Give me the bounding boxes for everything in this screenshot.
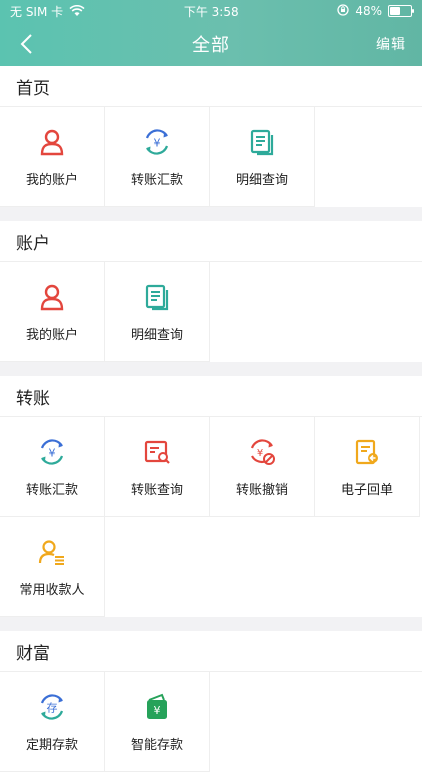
shortcut-tile[interactable]: ¥ 转账汇款: [105, 107, 210, 207]
shortcut-grid: 我的账户 ¥ 转账汇款 明细查询: [0, 106, 422, 207]
svg-text:¥: ¥: [154, 704, 161, 717]
chevron-left-icon: [20, 34, 32, 54]
shortcut-tile[interactable]: ¥ 转账撤销: [210, 417, 315, 517]
section-title: 财富: [16, 643, 50, 664]
shortcut-tile[interactable]: 存 定期存款: [0, 672, 105, 772]
document-icon: [245, 125, 279, 159]
nav-bar: 全部 编辑: [0, 22, 422, 66]
svg-text:¥: ¥: [257, 448, 263, 459]
app-header: 无 SIM 卡 下午 3:58 48% 全部 编辑: [0, 0, 422, 66]
battery-percent: 48%: [355, 4, 382, 18]
shortcut-tile[interactable]: 转账查询: [105, 417, 210, 517]
section-title: 转账: [16, 388, 50, 409]
shortcut-grid: 存 定期存款 ¥ 智能存款: [0, 671, 422, 772]
shortcut-grid: ¥ 转账汇款 转账查询 ¥ 转账撤销 电子回单 常用收款人: [0, 416, 422, 617]
wallet-icon: ¥: [140, 690, 174, 724]
shortcut-tile[interactable]: 电子回单: [315, 417, 420, 517]
transfer-yuan-icon: ¥: [140, 125, 174, 159]
page-title: 全部: [192, 35, 230, 56]
orientation-lock-icon: [337, 3, 349, 19]
section-title: 账户: [16, 233, 50, 254]
svg-text:存: 存: [47, 701, 58, 715]
svg-text:¥: ¥: [154, 137, 161, 150]
shortcut-label: 转账汇款: [25, 483, 78, 498]
transfer-yuan-icon: ¥: [35, 435, 69, 469]
shortcut-label: 明细查询: [130, 328, 183, 343]
receipt-icon: [350, 435, 384, 469]
battery-icon: [387, 5, 414, 17]
shortcut-label: 常用收款人: [19, 583, 85, 598]
edit-button[interactable]: 编辑: [376, 34, 406, 54]
status-bar: 无 SIM 卡 下午 3:58 48%: [0, 0, 422, 22]
section: 转账 ¥ 转账汇款 转账查询 ¥ 转账撤销 电子回单 常用收款人: [0, 376, 422, 617]
shortcut-label: 电子回单: [340, 483, 393, 498]
deposit-icon: 存: [35, 690, 69, 724]
user-icon: [35, 125, 69, 159]
section-title: 首页: [16, 78, 50, 99]
svg-text:¥: ¥: [49, 447, 56, 460]
cancel-yuan-icon: ¥: [245, 435, 279, 469]
shortcut-label: 定期存款: [25, 738, 78, 753]
sections-container: 首页 我的账户 ¥ 转账汇款 明细查询 账户 我的账户 明细查询 转账 ¥ 转账…: [0, 66, 422, 772]
section: 首页 我的账户 ¥ 转账汇款 明细查询: [0, 66, 422, 207]
clock: 下午 3:58: [183, 4, 239, 19]
shortcut-tile[interactable]: 明细查询: [105, 262, 210, 362]
payee-icon: [35, 535, 69, 569]
shortcut-label: 转账汇款: [130, 173, 183, 188]
wifi-icon: [69, 5, 85, 17]
shortcut-label: 我的账户: [25, 328, 78, 343]
shortcut-tile[interactable]: 我的账户: [0, 262, 105, 362]
shortcut-tile[interactable]: 常用收款人: [0, 517, 105, 617]
shortcut-label: 转账查询: [130, 483, 183, 498]
shortcut-tile[interactable]: 我的账户: [0, 107, 105, 207]
shortcut-tile[interactable]: ¥ 转账汇款: [0, 417, 105, 517]
shortcut-label: 智能存款: [130, 738, 183, 753]
shortcut-label: 明细查询: [235, 173, 288, 188]
shortcut-label: 转账撤销: [235, 483, 288, 498]
shortcut-label: 我的账户: [25, 173, 78, 188]
shortcut-grid: 我的账户 明细查询: [0, 261, 422, 362]
shortcut-tile[interactable]: 明细查询: [210, 107, 315, 207]
user-icon: [35, 280, 69, 314]
search-list-icon: [140, 435, 174, 469]
shortcut-tile[interactable]: ¥ 智能存款: [105, 672, 210, 772]
section: 账户 我的账户 明细查询: [0, 221, 422, 362]
carrier-text: 无 SIM 卡: [10, 4, 64, 19]
back-button[interactable]: [10, 28, 42, 60]
section: 财富 存 定期存款 ¥ 智能存款: [0, 631, 422, 772]
document-icon: [140, 280, 174, 314]
